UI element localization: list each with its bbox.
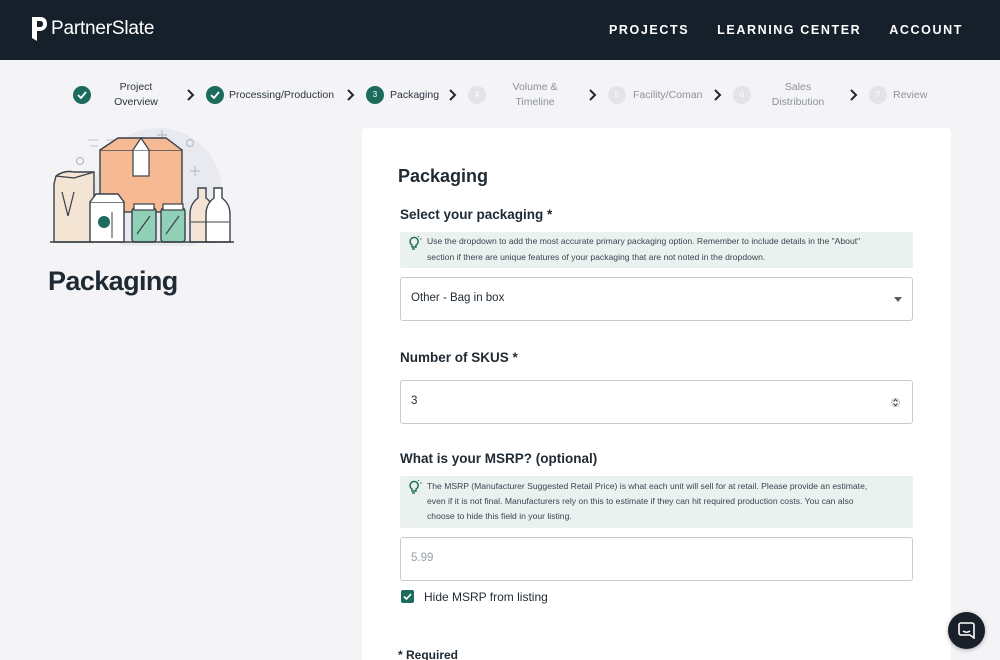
hint-text-line: even if it is not final. Manufacturers r…: [427, 496, 854, 506]
nav-learning-center[interactable]: LEARNING CENTER: [717, 23, 861, 37]
chat-bubble-icon: [958, 622, 975, 639]
page-title: Packaging: [48, 266, 178, 296]
hide-msrp-label[interactable]: Hide MSRP from listing: [424, 590, 548, 604]
step-sales-distribution[interactable]: Sales Distribution: [765, 80, 831, 110]
hint-text-line: Use the dropdown to add the most accurat…: [427, 236, 861, 246]
main-nav: PROJECTS LEARNING CENTER ACCOUNT: [581, 23, 963, 37]
step-number-badge: 6: [733, 86, 751, 104]
step-number-badge: 3: [366, 86, 384, 104]
msrp-hint: The MSRP (Manufacturer Suggested Retail …: [400, 476, 913, 528]
msrp-input[interactable]: 5.99: [400, 537, 913, 581]
nav-account[interactable]: ACCOUNT: [889, 23, 963, 37]
packaging-hint: Use the dropdown to add the most accurat…: [400, 232, 913, 268]
msrp-label: What is your MSRP? (optional): [400, 451, 598, 466]
nav-projects[interactable]: PROJECTS: [609, 23, 689, 37]
partnerslate-logo-icon: [32, 17, 47, 41]
step-number-badge: 4: [468, 86, 486, 104]
check-circle-icon: [73, 86, 91, 104]
card-title: Packaging: [398, 166, 489, 186]
step-processing-production[interactable]: Processing/Production: [229, 88, 334, 103]
step-volume-timeline[interactable]: Volume & Timeline: [500, 80, 570, 110]
skus-value: 3: [411, 395, 418, 407]
step-number-badge: 7: [869, 86, 887, 104]
step-label-line: Timeline: [515, 96, 555, 108]
chevron-right-icon: [589, 89, 597, 101]
chevron-right-icon: [449, 89, 457, 101]
step-review[interactable]: Review: [893, 88, 927, 103]
spinner-arrows-icon[interactable]: [891, 396, 900, 409]
step-label-line: Review: [893, 89, 928, 101]
step-label-line: Distribution: [771, 96, 825, 108]
step-label-line: Overview: [114, 96, 158, 108]
brand-name: PartnerSlate: [51, 18, 155, 39]
step-label-line: Volume &: [512, 81, 558, 93]
step-label-line: Sales: [784, 81, 812, 93]
hint-text-line: section if there are unique features of …: [427, 252, 766, 262]
hint-text-line: choose to hide this field in your listin…: [427, 511, 572, 521]
hint-text-line: The MSRP (Manufacturer Suggested Retail …: [427, 481, 868, 491]
step-label-line: Packaging: [390, 89, 440, 101]
chevron-right-icon: [347, 89, 355, 101]
skus-label: Number of SKUS *: [400, 350, 518, 365]
check-circle-icon: [206, 86, 224, 104]
step-label-line: Facility/Coman: [633, 89, 703, 101]
chevron-right-icon: [714, 89, 722, 101]
step-number-badge: 5: [608, 86, 626, 104]
lightbulb-icon: [409, 236, 422, 250]
chat-button[interactable]: [948, 612, 985, 649]
step-label-line: Processing/Production: [229, 89, 335, 101]
step-label-line: Project: [119, 81, 153, 93]
caret-down-icon: [894, 297, 902, 302]
packaging-select[interactable]: Other - Bag in box: [400, 277, 913, 321]
chevron-right-icon: [850, 89, 858, 101]
required-note: * Required: [398, 648, 459, 660]
packaging-illustration: [50, 128, 234, 246]
lightbulb-icon: [409, 480, 422, 494]
step-project-overview[interactable]: Project Overview: [100, 80, 172, 110]
hide-msrp-checkbox[interactable]: [401, 590, 414, 603]
checkmark-icon: [403, 593, 412, 600]
packaging-select-value: Other - Bag in box: [411, 292, 505, 304]
packaging-label: Select your packaging *: [400, 207, 553, 222]
top-nav-bar: PartnerSlate PROJECTS LEARNING CENTER AC…: [0, 0, 1000, 60]
msrp-placeholder: 5.99: [411, 552, 434, 564]
skus-number-input[interactable]: 3: [400, 380, 913, 424]
brand-logo[interactable]: PartnerSlate: [30, 16, 154, 42]
chevron-right-icon: [187, 89, 195, 101]
step-facility-coman[interactable]: Facility/Coman: [633, 88, 702, 103]
step-packaging[interactable]: Packaging: [390, 88, 439, 103]
